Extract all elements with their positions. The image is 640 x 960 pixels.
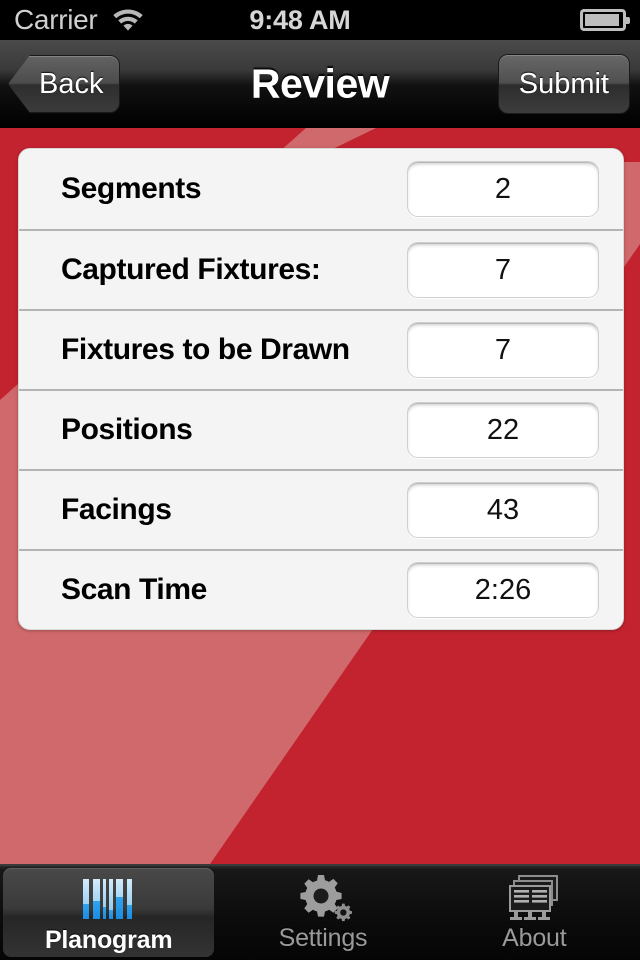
table-row: Segments 2 [19,149,623,229]
submit-button[interactable]: Submit [497,54,630,114]
tab-about-label: About [502,924,567,952]
review-summary-card: Segments 2 Captured Fixtures: 7 Fixtures… [18,148,624,630]
row-value-field[interactable]: 2 [407,161,599,217]
carrier-label: Carrier [14,4,98,35]
table-row: Captured Fixtures: 7 [19,229,623,309]
submit-button-label: Submit [518,67,609,100]
row-value-field[interactable]: 43 [407,482,599,538]
row-label: Facings [61,493,172,526]
row-value-field[interactable]: 7 [407,242,599,298]
row-label: Segments [61,172,202,205]
table-row: Scan Time 2:26 [19,549,623,629]
row-value-field[interactable]: 22 [407,402,599,458]
table-row: Fixtures to be Drawn 7 [19,309,623,389]
table-row: Positions 22 [19,389,623,469]
tab-bar: Planogram Settings About [0,864,640,960]
row-value-field[interactable]: 2:26 [407,562,599,618]
status-bar-clock: 9:48 AM [249,4,351,35]
row-label: Scan Time [61,573,207,606]
table-row: Facings 43 [19,469,623,549]
row-label: Captured Fixtures: [61,253,321,286]
tab-planogram[interactable]: Planogram [3,868,215,957]
row-value: 7 [494,253,512,286]
tab-planogram-label: Planogram [44,926,173,954]
row-label: Positions [61,413,193,446]
row-value: 2 [494,172,512,205]
status-bar-right [410,9,640,31]
shelf-stack-icon [508,872,560,922]
row-label: Fixtures to be Drawn [61,333,350,366]
barcode-icon [82,874,136,924]
app-screen: Carrier 9:48 AM Back Review Submit Segme… [0,0,640,960]
navigation-bar: Back Review Submit [0,40,640,128]
gears-icon [294,872,352,922]
row-value: 7 [494,333,512,366]
status-bar: Carrier 9:48 AM [0,0,640,40]
row-value: 43 [486,493,520,526]
tab-about[interactable]: About [429,866,640,960]
battery-icon [580,9,630,31]
tab-settings[interactable]: Settings [217,866,428,960]
battery-fill [585,14,619,26]
wifi-icon [111,5,145,36]
tab-settings-label: Settings [278,924,368,952]
row-value: 22 [486,413,520,446]
row-value-field[interactable]: 7 [407,322,599,378]
row-value: 2:26 [474,573,532,606]
